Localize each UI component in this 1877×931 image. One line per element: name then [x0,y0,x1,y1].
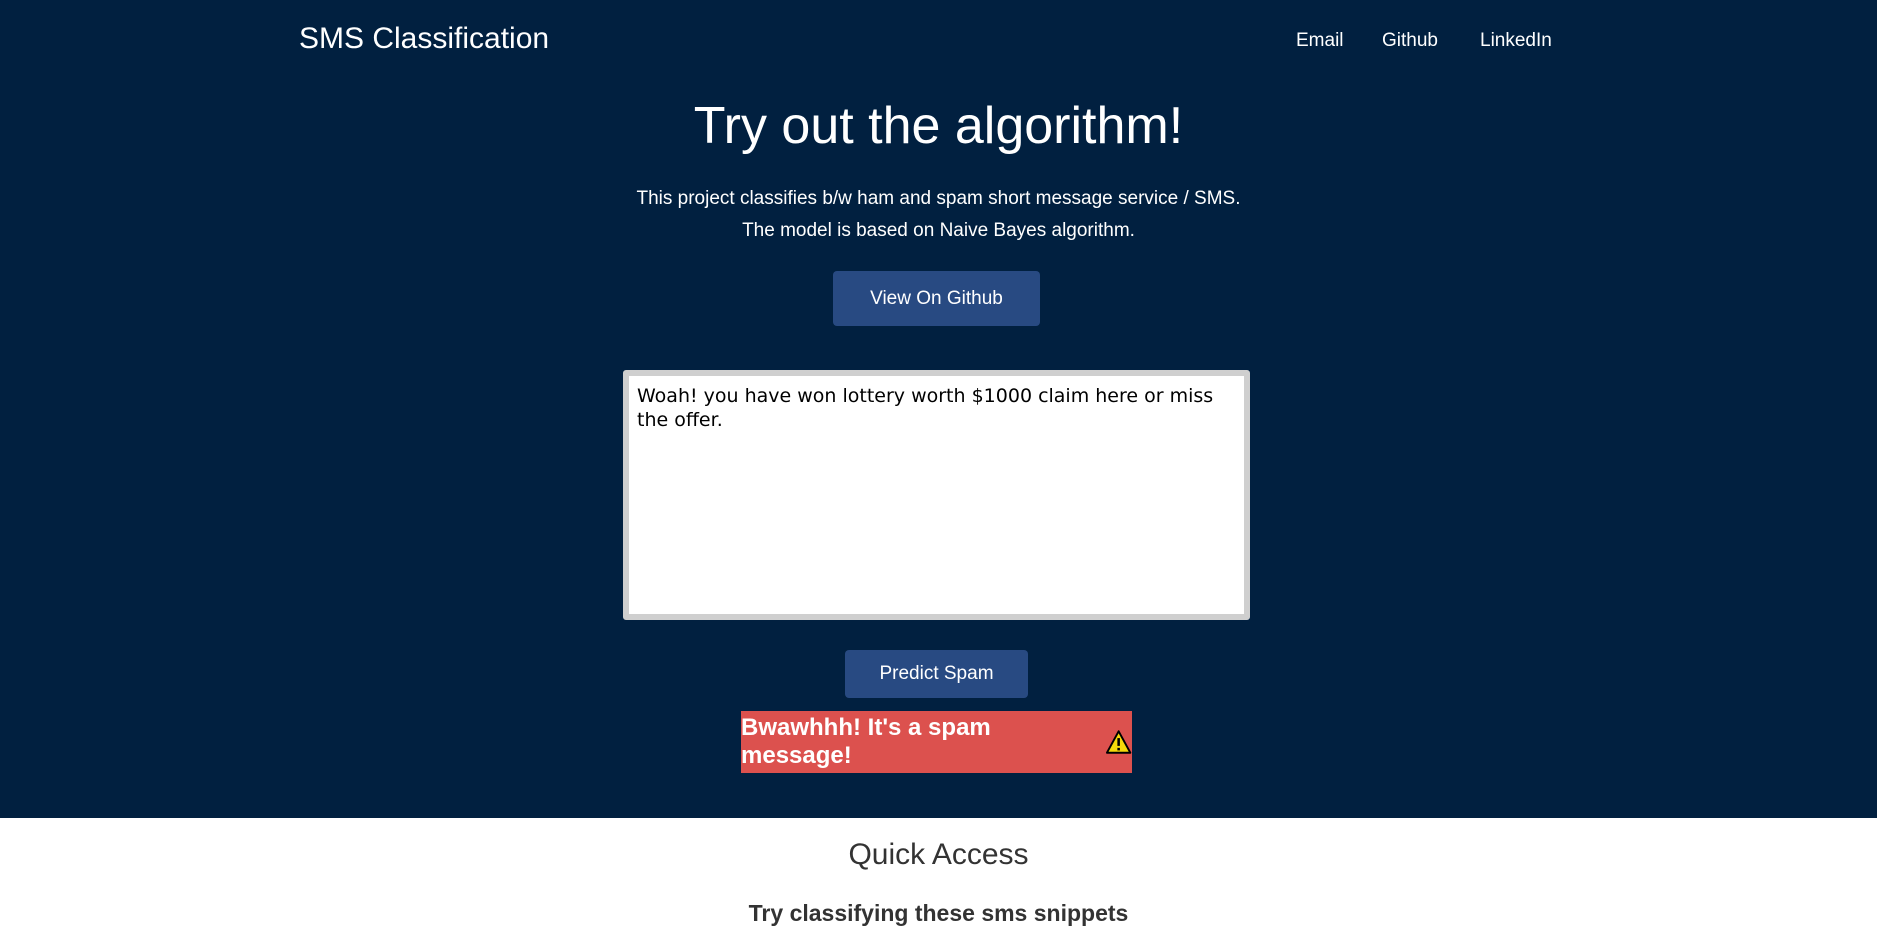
brand-title[interactable]: SMS Classification [299,22,549,56]
description-line-1: This project classifies b/w ham and spam… [636,188,1241,209]
project-description: This project classifies b/w ham and spam… [0,183,1877,247]
description-line-2: The model is based on Naive Bayes algori… [742,220,1135,241]
sms-message-input[interactable]: Woah! you have won lottery worth $1000 c… [623,370,1250,620]
quick-access-heading: Quick Access [848,838,1029,871]
view-on-github-button[interactable]: View On Github [833,271,1040,326]
nav-link-email[interactable]: Email [1296,30,1344,52]
prediction-result-text: Bwawhhh! It's a spam message! [741,714,991,769]
warning-icon [1105,730,1132,754]
hero-section: SMS Classification Email Github LinkedIn… [0,0,1877,818]
prediction-result-banner: Bwawhhh! It's a spam message! [741,711,1132,773]
page-title: Try out the algorithm! [693,97,1184,155]
quick-access-subtitle: Try classifying these sms snippets [748,900,1129,926]
nav-link-github[interactable]: Github [1382,30,1438,52]
predict-spam-button[interactable]: Predict Spam [845,650,1028,698]
nav-link-linkedin[interactable]: LinkedIn [1480,30,1552,52]
